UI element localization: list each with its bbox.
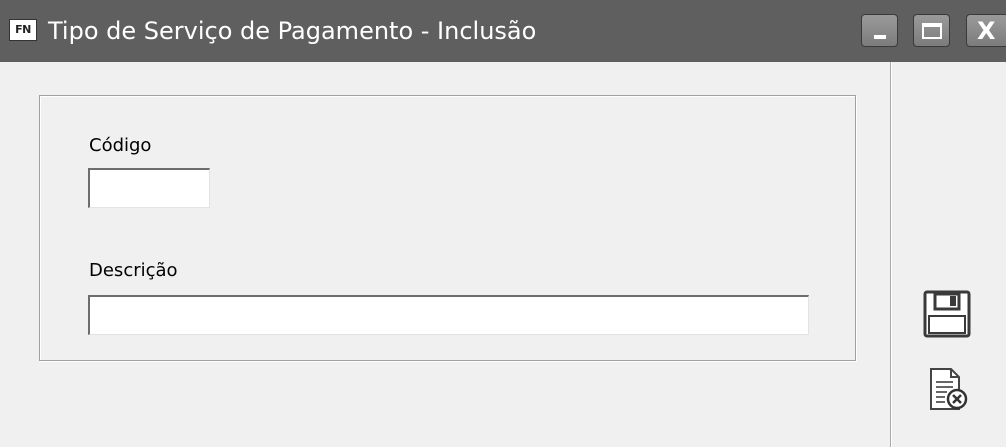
codigo-input[interactable] bbox=[88, 168, 210, 208]
window-title: Tipo de Serviço de Pagamento - Inclusão bbox=[48, 17, 537, 45]
close-icon: X bbox=[977, 17, 996, 45]
codigo-label: Código bbox=[89, 135, 152, 156]
descricao-input[interactable] bbox=[88, 295, 809, 335]
app-icon[interactable]: FN bbox=[9, 19, 37, 41]
close-button[interactable]: X bbox=[966, 14, 1006, 47]
title-bar[interactable]: FN Tipo de Serviço de Pagamento - Inclus… bbox=[0, 0, 1006, 62]
document-cancel-icon bbox=[930, 368, 968, 410]
maximize-button[interactable] bbox=[913, 14, 950, 47]
minimize-button[interactable] bbox=[861, 14, 898, 47]
floppy-disk-icon bbox=[923, 290, 971, 338]
window: FN Tipo de Serviço de Pagamento - Inclus… bbox=[0, 0, 1006, 447]
cancel-button[interactable] bbox=[923, 365, 973, 415]
descricao-label: Descrição bbox=[89, 260, 178, 281]
save-button[interactable] bbox=[921, 288, 973, 340]
maximize-icon bbox=[922, 23, 942, 39]
minimize-icon bbox=[874, 35, 886, 39]
form-area: Código Descrição bbox=[0, 62, 890, 447]
